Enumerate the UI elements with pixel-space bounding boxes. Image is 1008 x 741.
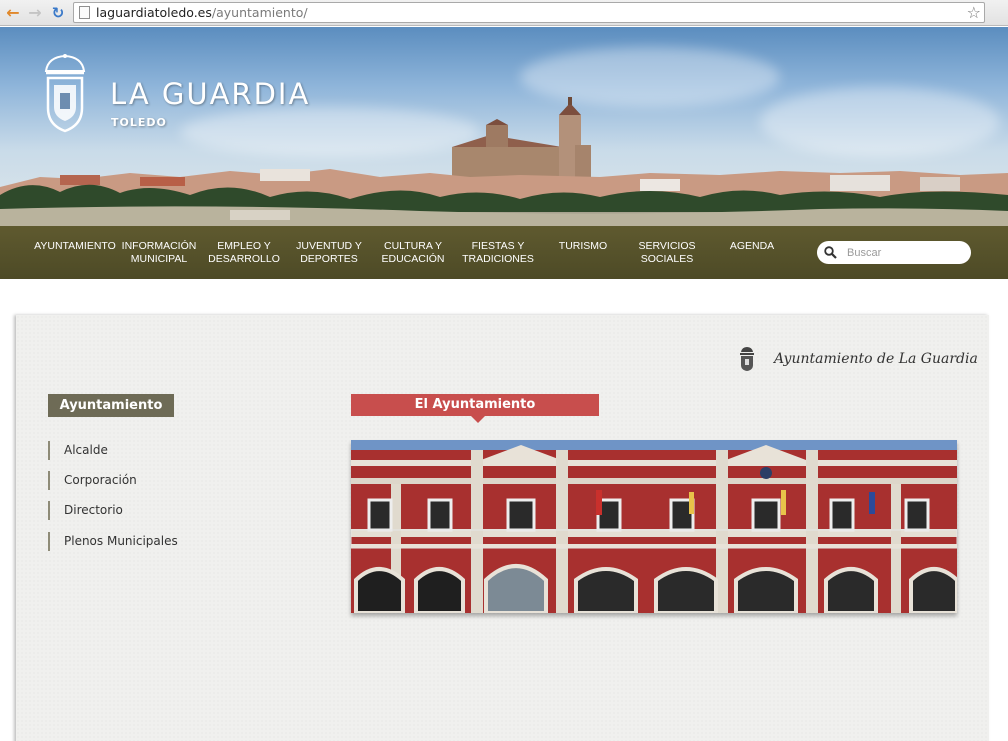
nav-label: AYUNTAMIENTO <box>34 240 116 252</box>
nav-informacion-municipal[interactable]: INFORMACIÓN MUNICIPAL <box>122 240 197 266</box>
nav-label: CULTURA Y <box>384 240 442 252</box>
back-arrow-icon[interactable]: ← <box>2 2 24 24</box>
nav-turismo[interactable]: TURISMO <box>559 240 607 253</box>
nav-label: INFORMACIÓN <box>121 240 197 252</box>
section-title: El Ayuntamiento <box>351 394 599 416</box>
town-hall-photo <box>351 440 957 613</box>
nav-label: AGENDA <box>729 240 775 252</box>
site-subtitle: TOLEDO <box>111 116 167 129</box>
nav-servicios-sociales[interactable]: SERVICIOS SOCIALES <box>639 240 696 266</box>
browser-toolbar: ← → ↻ laguardiatoledo.es/ayuntamiento/ ☆ <box>0 0 1008 26</box>
nav-label: DEPORTES <box>300 253 358 265</box>
sidebar-link-alcalde[interactable]: Alcalde <box>48 441 108 460</box>
nav-label: EMPLEO Y <box>217 240 271 252</box>
bookmark-star-icon[interactable]: ☆ <box>967 3 981 22</box>
content-panel: Ayuntamiento de La Guardia Ayuntamiento … <box>16 315 989 741</box>
nav-label: FIESTAS Y <box>471 240 525 252</box>
nav-label: MUNICIPAL <box>130 253 188 265</box>
ayuntamiento-crest-icon <box>740 347 754 371</box>
town-hall-image <box>351 440 957 613</box>
search-icon[interactable] <box>824 246 837 259</box>
nav-fiestas-tradiciones[interactable]: FIESTAS Y TRADICIONES <box>462 240 534 266</box>
url-path: /ayuntamiento/ <box>211 5 308 20</box>
nav-cultura-educacion[interactable]: CULTURA Y EDUCACIÓN <box>381 240 444 266</box>
search-input[interactable] <box>847 244 962 261</box>
header-banner: LA GUARDIA TOLEDO <box>0 27 1008 226</box>
search-box <box>817 241 971 264</box>
sidebar-link-corporacion[interactable]: Corporación <box>48 471 137 490</box>
nav-ayuntamiento[interactable]: AYUNTAMIENTO <box>34 240 116 253</box>
coat-of-arms-icon <box>44 54 86 133</box>
main-nav: AYUNTAMIENTO INFORMACIÓN MUNICIPAL EMPLEO… <box>0 226 1008 279</box>
nav-label: DESARROLLO <box>208 253 280 265</box>
section-title-pointer <box>471 416 485 423</box>
page-icon <box>79 6 90 19</box>
nav-label: SOCIALES <box>640 253 694 265</box>
reload-icon[interactable]: ↻ <box>47 2 69 24</box>
nav-agenda[interactable]: AGENDA <box>730 240 774 253</box>
nav-label: JUVENTUD Y <box>296 240 362 252</box>
sidebar-title: Ayuntamiento <box>48 394 174 417</box>
nav-label: SERVICIOS <box>638 240 696 252</box>
ayuntamiento-signature: Ayuntamiento de La Guardia <box>774 351 978 367</box>
nav-label: TURISMO <box>558 240 608 252</box>
url-host: laguardiatoledo.es <box>96 5 212 20</box>
nav-label: EDUCACIÓN <box>381 253 445 265</box>
url-text[interactable]: laguardiatoledo.es/ayuntamiento/ <box>96 5 308 20</box>
forward-arrow-icon[interactable]: → <box>24 2 46 24</box>
nav-empleo-desarrollo[interactable]: EMPLEO Y DESARROLLO <box>208 240 280 266</box>
sidebar-link-directorio[interactable]: Directorio <box>48 501 123 520</box>
site-title[interactable]: LA GUARDIA <box>110 77 310 111</box>
nav-label: TRADICIONES <box>462 253 534 265</box>
sidebar-link-plenos-municipales[interactable]: Plenos Municipales <box>48 532 178 551</box>
address-bar[interactable]: laguardiatoledo.es/ayuntamiento/ ☆ <box>73 2 985 23</box>
nav-juventud-deportes[interactable]: JUVENTUD Y DEPORTES <box>296 240 362 266</box>
